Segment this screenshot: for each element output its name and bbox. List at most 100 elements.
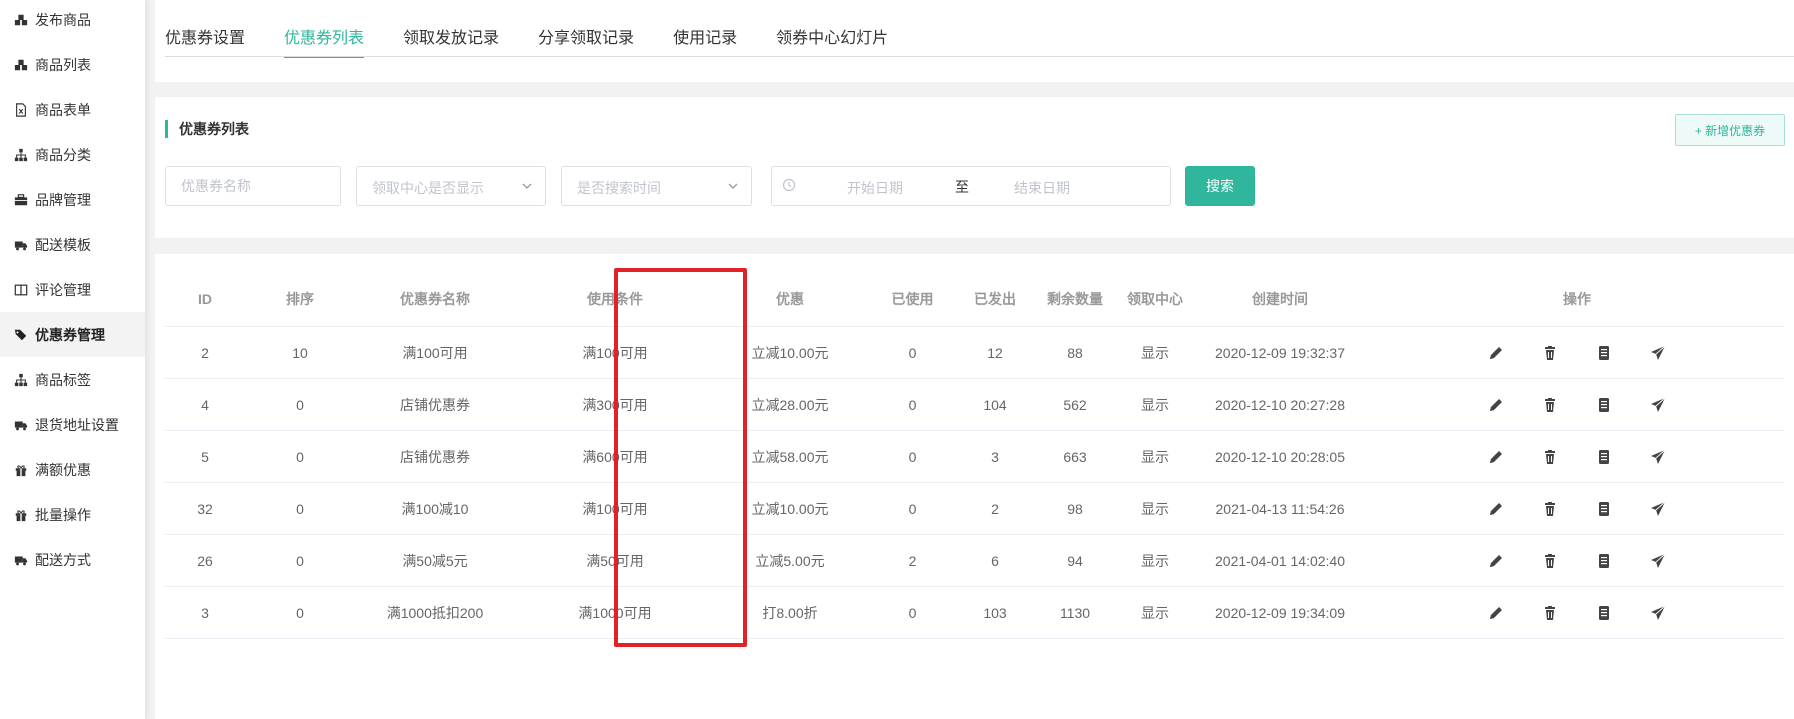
send-icon[interactable] — [1648, 499, 1668, 519]
edit-icon[interactable] — [1486, 499, 1506, 519]
search-time-select[interactable]: 是否搜索时间 — [561, 166, 752, 206]
header-sort: 排序 — [245, 272, 355, 327]
sidebar-item-coupon-management[interactable]: 优惠券管理 — [0, 312, 145, 357]
tags-icon — [13, 327, 29, 343]
sidebar-item-label: 商品分类 — [35, 146, 91, 163]
tab-receive-records[interactable]: 领取发放记录 — [403, 24, 499, 57]
table-row: 3 0 满1000抵扣200 满1000可用 打8.00折 0 103 1130 显示 2020-… — [165, 586, 1784, 639]
cell-coupon-center: 显示 — [1120, 534, 1190, 587]
sidebar-item-full-discount[interactable]: 满额优惠 — [0, 447, 145, 492]
copy-icon[interactable] — [1594, 395, 1614, 415]
tab-bar: 优惠券设置 优惠券列表 领取发放记录 分享领取记录 使用记录 领券中心幻灯片 — [165, 24, 927, 58]
add-coupon-button[interactable]: + 新增优惠券 — [1675, 114, 1785, 146]
cell-sort: 0 — [245, 482, 355, 535]
copy-icon[interactable] — [1594, 499, 1614, 519]
delete-icon[interactable] — [1540, 603, 1560, 623]
cell-remaining: 88 — [1030, 326, 1120, 379]
tab-coupon-settings[interactable]: 优惠券设置 — [165, 24, 245, 57]
cell-created-time: 2020-12-09 19:34:09 — [1190, 586, 1370, 639]
edit-icon[interactable] — [1486, 343, 1506, 363]
cell-coupon-name: 满50减5元 — [355, 534, 515, 587]
cell-coupon-name: 店铺优惠券 — [355, 378, 515, 431]
tab-share-records[interactable]: 分享领取记录 — [538, 24, 634, 57]
cell-sort: 0 — [245, 534, 355, 587]
edit-icon[interactable] — [1486, 395, 1506, 415]
search-button[interactable]: 搜索 — [1185, 166, 1255, 206]
sidebar-item-goods-tags[interactable]: 商品标签 — [0, 357, 145, 402]
cell-remaining: 94 — [1030, 534, 1120, 587]
cell-used: 0 — [865, 430, 960, 483]
sidebar-item-shipping-template[interactable]: 配送模板 — [0, 222, 145, 267]
header-coupon-name: 优惠券名称 — [355, 272, 515, 327]
tab-usage-records[interactable]: 使用记录 — [673, 24, 737, 57]
cell-id: 4 — [165, 378, 245, 431]
send-icon[interactable] — [1648, 551, 1668, 571]
header-issued: 已发出 — [960, 272, 1030, 327]
delete-icon[interactable] — [1540, 551, 1560, 571]
cell-operations — [1370, 378, 1784, 431]
copy-icon[interactable] — [1594, 343, 1614, 363]
sitemap-icon — [13, 147, 29, 163]
edit-icon[interactable] — [1486, 551, 1506, 571]
cell-id: 26 — [165, 534, 245, 587]
cell-operations — [1370, 534, 1784, 587]
cell-sort: 10 — [245, 326, 355, 379]
tab-coupon-list[interactable]: 优惠券列表 — [284, 24, 365, 58]
delete-icon[interactable] — [1540, 343, 1560, 363]
sidebar-item-brand[interactable]: 品牌管理 — [0, 177, 145, 222]
start-date-input[interactable]: 开始日期 — [847, 178, 903, 198]
sidebar-item-goods-list[interactable]: 商品列表 — [0, 42, 145, 87]
clock-icon — [782, 178, 796, 192]
copy-icon[interactable] — [1594, 603, 1614, 623]
date-range-picker[interactable]: 开始日期 至 结束日期 — [771, 166, 1171, 206]
sidebar-item-label: 商品标签 — [35, 371, 91, 388]
center-display-select[interactable]: 领取中心是否显示 — [356, 166, 546, 206]
end-date-input[interactable]: 结束日期 — [1014, 178, 1070, 198]
coupon-table: ID 排序 优惠券名称 使用条件 优惠 已使用 已发出 剩余数量 领取中心 创建… — [165, 272, 1784, 639]
delete-icon[interactable] — [1540, 395, 1560, 415]
sidebar-item-return-address[interactable]: 退货地址设置 — [0, 402, 145, 447]
tab-coupon-center-slides[interactable]: 领券中心幻灯片 — [776, 24, 888, 57]
table-row: 4 0 店铺优惠券 满300可用 立减28.00元 0 104 562 显示 2020-12-10… — [165, 378, 1784, 431]
columns-icon — [13, 282, 29, 298]
sidebar-item-label: 配送模板 — [35, 236, 91, 253]
gift-icon — [13, 462, 29, 478]
copy-icon[interactable] — [1594, 447, 1614, 467]
sidebar-item-publish-goods[interactable]: 发布商品 — [0, 0, 145, 42]
send-icon[interactable] — [1648, 343, 1668, 363]
send-icon[interactable] — [1648, 603, 1668, 623]
cell-created-time: 2021-04-01 14:02:40 — [1190, 534, 1370, 587]
table-row: 26 0 满50减5元 满50可用 立减5.00元 2 6 94 显示 2021-04-01 14… — [165, 534, 1784, 587]
cell-coupon-center: 显示 — [1120, 586, 1190, 639]
cell-issued: 6 — [960, 534, 1030, 587]
header-id: ID — [165, 272, 245, 327]
sidebar-item-label: 批量操作 — [35, 506, 91, 523]
sidebar-item-label: 发布商品 — [35, 11, 91, 28]
edit-icon[interactable] — [1486, 603, 1506, 623]
send-icon[interactable] — [1648, 447, 1668, 467]
cell-remaining: 663 — [1030, 430, 1120, 483]
cell-used: 0 — [865, 378, 960, 431]
sidebar-item-label: 退货地址设置 — [35, 416, 119, 433]
cell-id: 5 — [165, 430, 245, 483]
delete-icon[interactable] — [1540, 499, 1560, 519]
sidebar-item-delivery-method[interactable]: 配送方式 — [0, 537, 145, 582]
filter-panel: 优惠券列表 + 新增优惠券 领取中心是否显示 是否搜索时间 开始日期 至 结束日… — [155, 97, 1794, 238]
cell-used: 2 — [865, 534, 960, 587]
delete-icon[interactable] — [1540, 447, 1560, 467]
table-row: 32 0 满100减10 满100可用 立减10.00元 0 2 98 显示 2021-04-13… — [165, 482, 1784, 535]
section-title: 优惠券列表 — [165, 120, 249, 138]
briefcase-icon — [13, 192, 29, 208]
cell-coupon-center: 显示 — [1120, 482, 1190, 535]
sidebar-item-label: 优惠券管理 — [35, 326, 105, 343]
sidebar-item-batch-operation[interactable]: 批量操作 — [0, 492, 145, 537]
edit-icon[interactable] — [1486, 447, 1506, 467]
truck-icon — [13, 552, 29, 568]
coupon-name-input[interactable] — [166, 167, 340, 205]
send-icon[interactable] — [1648, 395, 1668, 415]
sidebar-item-comments[interactable]: 评论管理 — [0, 267, 145, 312]
copy-icon[interactable] — [1594, 551, 1614, 571]
sidebar-item-goods-category[interactable]: 商品分类 — [0, 132, 145, 177]
header-coupon-center: 领取中心 — [1120, 272, 1190, 327]
sidebar-item-goods-form[interactable]: 商品表单 — [0, 87, 145, 132]
